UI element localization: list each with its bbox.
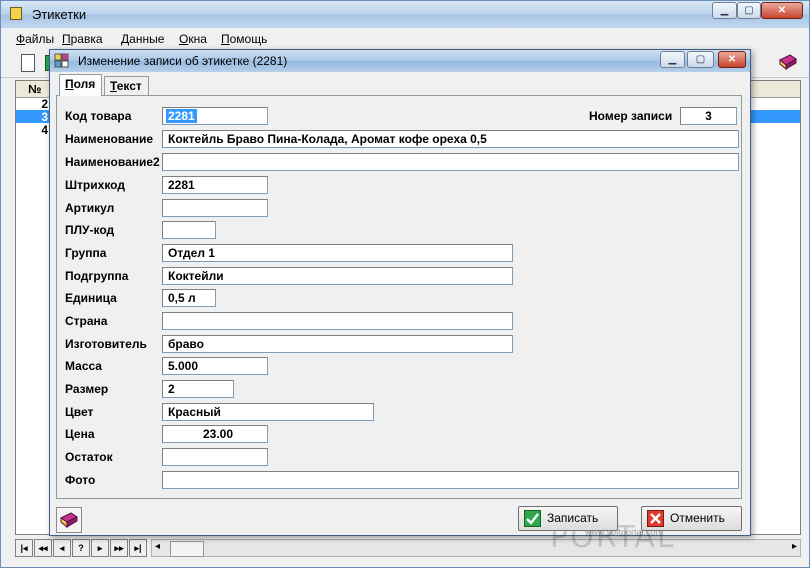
label-product-code: Код товара: [65, 109, 132, 123]
nav-next-button[interactable]: ▸: [91, 539, 109, 557]
barcode-field[interactable]: 2281: [162, 176, 268, 194]
label-plu-code: ПЛУ-код: [65, 223, 115, 237]
subgroup-field[interactable]: Коктейли: [162, 267, 513, 285]
price-field[interactable]: 23.00: [162, 425, 268, 443]
label-stock: Остаток: [65, 450, 113, 464]
label-mass: Масса: [65, 359, 102, 373]
menu-edit[interactable]: Правка: [62, 32, 103, 46]
main-window-title: Этикетки: [32, 7, 87, 22]
mass-field[interactable]: 5.000: [162, 357, 268, 375]
new-document-icon[interactable]: [17, 52, 39, 74]
label-record-number: Номер записи: [589, 109, 673, 123]
edit-record-dialog: Изменение записи об этикетке (2281) ▁ ▢ …: [49, 49, 751, 555]
cancel-button-label: Отменить: [670, 511, 725, 525]
close-icon[interactable]: ✕: [761, 2, 803, 19]
menu-data[interactable]: Данные: [121, 32, 164, 46]
label-country: Страна: [65, 314, 108, 328]
save-button-label: Записать: [547, 511, 599, 525]
product-code-field[interactable]: 2281: [162, 107, 268, 125]
tab-text[interactable]: Текст: [104, 76, 149, 95]
name-field[interactable]: Коктейль Браво Пина-Колада, Аромат кофе …: [162, 130, 739, 148]
nav-prev-button[interactable]: ◂: [53, 539, 71, 557]
label-name2: Наименование2: [65, 155, 160, 169]
minimize-icon[interactable]: ▁: [712, 2, 737, 19]
article-field[interactable]: [162, 199, 268, 217]
main-title-bar[interactable]: Этикетки ▁ ▢ ✕: [1, 1, 809, 28]
nav-next-page-button[interactable]: ▸▸: [110, 539, 128, 557]
scroll-left-icon[interactable]: ◂: [155, 541, 160, 552]
label-manufacturer: Изготовитель: [65, 337, 147, 351]
color-field[interactable]: Красный: [162, 403, 374, 421]
label-article: Артикул: [65, 201, 115, 215]
label-color: Цвет: [65, 405, 94, 419]
plu-code-field[interactable]: [162, 221, 216, 239]
label-price: Цена: [65, 427, 95, 441]
nav-first-button[interactable]: |◂: [15, 539, 33, 557]
label-barcode: Штрихкод: [65, 178, 125, 192]
label-group: Группа: [65, 246, 107, 260]
dialog-minimize-icon[interactable]: ▁: [660, 51, 685, 68]
nav-prev-page-button[interactable]: ◂◂: [34, 539, 52, 557]
checkmark-icon: [524, 510, 541, 527]
nav-search-button[interactable]: ?: [72, 539, 90, 557]
photo-field[interactable]: [162, 471, 739, 489]
label-subgroup: Подгруппа: [65, 269, 129, 283]
maximize-icon[interactable]: ▢: [737, 2, 761, 19]
dialog-close-icon[interactable]: ✕: [718, 51, 746, 68]
dialog-app-icon: [54, 53, 69, 68]
menu-bar: Файлы Правка Данные Окна Помощь: [1, 29, 809, 49]
book-icon-button[interactable]: [56, 507, 82, 533]
size-field[interactable]: 2: [162, 380, 234, 398]
unit-field[interactable]: 0,5 л: [162, 289, 216, 307]
grid-header-num: №: [28, 82, 42, 96]
app-icon: [10, 7, 22, 20]
horizontal-scrollbar[interactable]: ◂ ▸: [151, 539, 801, 557]
scroll-thumb[interactable]: [170, 541, 204, 557]
scroll-right-icon[interactable]: ▸: [792, 541, 797, 552]
fields-panel: Код товара 2281 Номер записи 3 Наименова…: [56, 95, 742, 499]
dialog-title-bar[interactable]: Изменение записи об этикетке (2281) ▁ ▢ …: [50, 50, 750, 72]
record-number-field[interactable]: 3: [680, 107, 737, 125]
country-field[interactable]: [162, 312, 513, 330]
save-button[interactable]: Записать: [518, 506, 618, 531]
label-size: Размер: [65, 382, 109, 396]
menu-help[interactable]: Помощь: [221, 32, 267, 46]
name2-field[interactable]: [162, 153, 739, 171]
group-field[interactable]: Отдел 1: [162, 244, 513, 262]
book-icon[interactable]: [777, 52, 799, 74]
menu-windows[interactable]: Окна: [179, 32, 207, 46]
manufacturer-field[interactable]: браво: [162, 335, 513, 353]
label-unit: Единица: [65, 291, 117, 305]
cancel-x-icon: [647, 510, 664, 527]
tab-fields[interactable]: Поля: [59, 74, 102, 96]
label-name: Наименование: [65, 132, 154, 146]
dialog-title: Изменение записи об этикетке (2281): [78, 54, 288, 68]
label-photo: Фото: [65, 473, 96, 487]
stock-field[interactable]: [162, 448, 268, 466]
menu-files[interactable]: Файлы: [16, 32, 54, 46]
nav-last-button[interactable]: ▸|: [129, 539, 147, 557]
cancel-button[interactable]: Отменить: [641, 506, 742, 531]
dialog-maximize-icon[interactable]: ▢: [687, 51, 714, 68]
